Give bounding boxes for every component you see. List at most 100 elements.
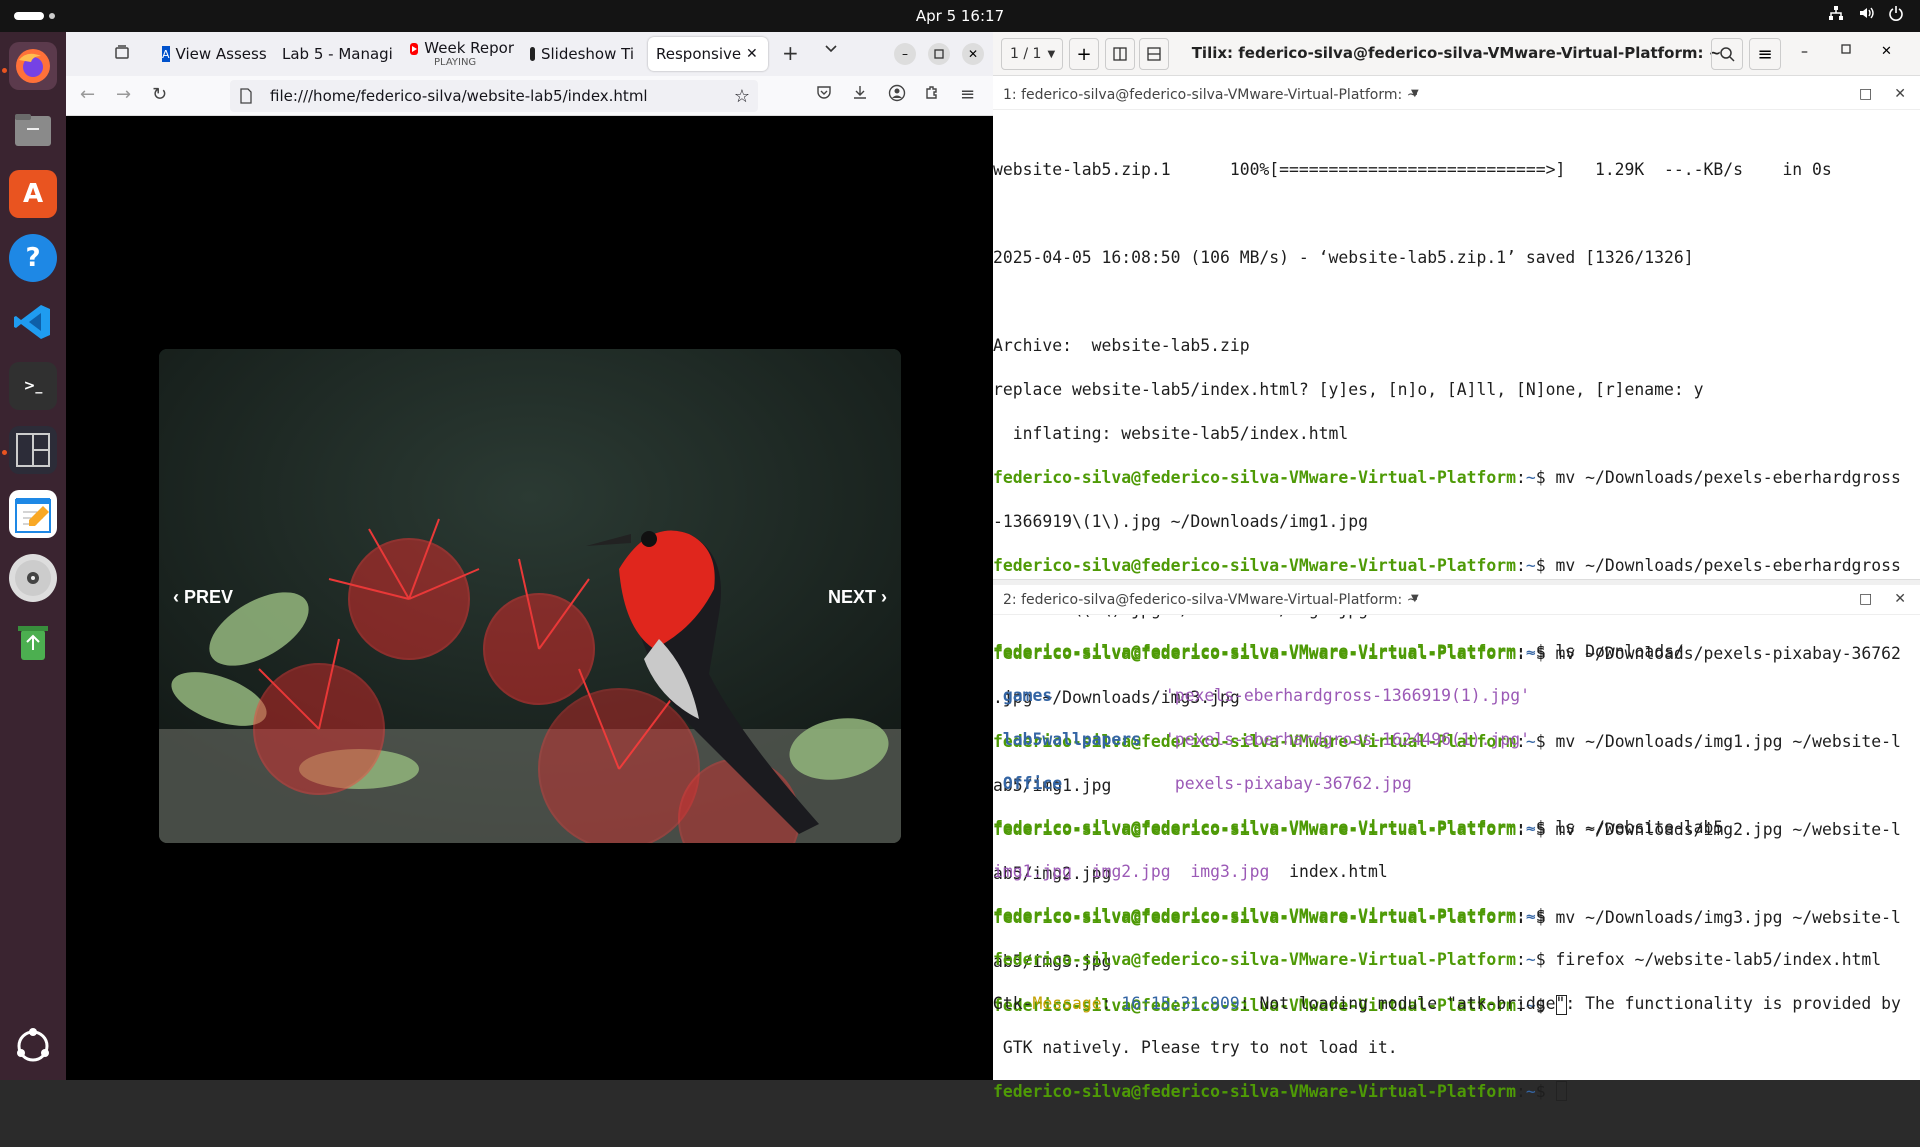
firefox-icon[interactable] <box>9 42 57 90</box>
terminal-line: 2025-04-05 16:08:50 (106 MB/s) - ‘websit… <box>993 248 1694 267</box>
tab-label: View Assess <box>175 45 266 63</box>
hamburger-menu-icon[interactable]: ≡ <box>1749 38 1781 70</box>
close-tab-icon[interactable]: ✕ <box>746 46 758 62</box>
chevron-down-icon[interactable]: ▼ <box>1411 88 1419 99</box>
prompt: federico-silva@federico-silva-VMware-Vir… <box>993 468 1517 487</box>
search-icon[interactable] <box>1711 38 1743 70</box>
downloads-icon[interactable] <box>852 84 868 105</box>
file-entry: pexels-pixabay-36762.jpg <box>1174 774 1412 793</box>
url-text: file:///home/federico-silva/website-lab5… <box>270 87 648 105</box>
prompt: federico-silva@federico-silva-VMware-Vir… <box>993 950 1517 969</box>
close-pane-icon[interactable]: ✕ <box>1894 591 1906 607</box>
dock: A ? >_ <box>0 32 66 1080</box>
disc-icon[interactable] <box>9 554 57 602</box>
tab-label: Lab 5 - Managin <box>282 45 394 63</box>
list-tabs-icon[interactable] <box>824 44 838 54</box>
help-icon[interactable]: ? <box>9 234 57 282</box>
tab-overview-icon[interactable] <box>114 44 130 60</box>
terminal-line: federico-silva@federico-silva-VMware-Vir… <box>993 950 1882 969</box>
firefox-window: A View Assess Lab 5 - Managin Week Repor… <box>66 32 993 1080</box>
file-entry: 'pexels-eberhardgross-1366919(1).jpg' <box>1164 686 1530 705</box>
reload-icon[interactable]: ↻ <box>152 84 167 105</box>
gtk-timestamp: 16:15:31.909 <box>1121 994 1240 1013</box>
terminal-line: federico-silva@federico-silva-VMware-Vir… <box>993 642 1684 661</box>
tab-week-report[interactable]: Week Repor PLAYING <box>402 37 514 71</box>
trash-icon[interactable] <box>9 618 57 666</box>
files-icon[interactable] <box>9 106 57 154</box>
tab-responsive-slideshow[interactable]: Responsive Sl ✕ <box>648 37 768 71</box>
terminal-line: Archive: website-lab5.zip <box>993 336 1250 355</box>
vscode-icon[interactable] <box>9 298 57 346</box>
running-indicator <box>2 450 7 455</box>
prompt: federico-silva@federico-silva-VMware-Vir… <box>993 642 1517 661</box>
tilix-icon[interactable] <box>9 426 57 474</box>
maximize-pane-icon[interactable]: □ <box>1859 591 1872 607</box>
maximize-icon[interactable] <box>928 43 950 65</box>
command: ls Downloads/ <box>1555 642 1684 661</box>
terminal-line: federico-silva@federico-silva-VMware-Vir… <box>993 1081 1920 1103</box>
close-pane-icon[interactable]: ✕ <box>1894 86 1906 102</box>
page-icon <box>240 88 252 104</box>
terminal-line: lab5wallpapers 'pexels-eberhardgross-1624… <box>993 729 1920 751</box>
new-tab-icon[interactable]: + <box>782 41 799 65</box>
maximize-pane-icon[interactable]: □ <box>1859 86 1872 102</box>
system-tray[interactable] <box>1828 5 1904 25</box>
show-apps-icon[interactable] <box>9 1022 57 1070</box>
gtk-message-text: : Not loading module "atk-bridge": The f… <box>1239 994 1901 1013</box>
terminal-pane-2[interactable]: federico-silva@federico-silva-VMware-Vir… <box>993 619 1920 1147</box>
account-icon[interactable] <box>888 84 906 107</box>
power-icon[interactable] <box>1888 5 1904 25</box>
next-button[interactable]: NEXT › <box>828 587 887 608</box>
terminal-line: federico-silva@federico-silva-VMware-Vir… <box>993 468 1901 487</box>
tab-lab5[interactable]: Lab 5 - Managin <box>274 37 394 71</box>
volume-icon[interactable] <box>1858 5 1874 25</box>
dir-entry: lab5wallpapers <box>1002 730 1142 749</box>
prompt: federico-silva@federico-silva-VMware-Vir… <box>993 1082 1517 1101</box>
atlassian-icon: A <box>162 46 170 62</box>
gtk-prefix: Gtk- <box>993 994 1033 1013</box>
tab-label: Responsive Sl <box>656 45 742 63</box>
dir-entry: Office <box>1002 774 1063 793</box>
command: firefox ~/website-lab5/index.html <box>1555 950 1882 969</box>
tab-view-assessment[interactable]: A View Assess <box>154 37 266 71</box>
bookmark-star-icon[interactable]: ☆ <box>734 86 750 107</box>
text-editor-icon[interactable] <box>9 490 57 538</box>
prompt: federico-silva@federico-silva-VMware-Vir… <box>993 556 1517 575</box>
terminal-line: games 'pexels-eberhardgross-1366919(1).jp… <box>993 685 1920 707</box>
command: ls ~/website-lab5 <box>1555 818 1724 837</box>
terminal-line: -1366919\(1\).jpg ~/Downloads/img1.jpg <box>993 512 1368 531</box>
dir-entry: games <box>1002 686 1053 705</box>
pane2-title[interactable]: 2: federico-silva@federico-silva-VMware-… <box>1003 592 1418 608</box>
menu-icon[interactable]: ≡ <box>960 84 975 105</box>
gtk-message-label: Message <box>1032 994 1102 1013</box>
minimize-icon[interactable]: – <box>1801 44 1808 60</box>
file-entry: index.html <box>1289 862 1388 881</box>
network-icon[interactable] <box>1828 5 1844 25</box>
system-top-bar: Apr 5 16:17 <box>0 0 1920 32</box>
terminal-line: website-lab5.zip.1 100%[================… <box>993 160 1832 179</box>
url-bar[interactable]: file:///home/federico-silva/website-lab5… <box>230 80 758 112</box>
back-icon[interactable]: ← <box>80 84 95 105</box>
forward-icon[interactable]: → <box>116 84 131 105</box>
terminal-line: inflating: website-lab5/index.html <box>993 424 1349 443</box>
terminal-line: federico-silva@federico-silva-VMware-Vir… <box>993 556 1901 575</box>
command: mv ~/Downloads/pexels-eberhardgross <box>1555 468 1901 487</box>
openai-icon <box>530 47 535 61</box>
tab-label: Week Repor <box>424 39 514 57</box>
terminal-line: replace website-lab5/index.html? [y]es, … <box>993 380 1704 399</box>
chevron-down-icon[interactable]: ▼ <box>1411 593 1419 604</box>
close-window-icon[interactable]: ✕ <box>1881 44 1892 59</box>
terminal-icon[interactable]: >_ <box>9 362 57 410</box>
maximize-icon[interactable] <box>1841 44 1851 54</box>
clock[interactable]: Apr 5 16:17 <box>0 7 1920 25</box>
terminal-line: GTK natively. Please try to not load it. <box>993 1038 1398 1057</box>
pane1-title[interactable]: 1: federico-silva@federico-silva-VMware-… <box>1003 87 1418 103</box>
file-entry: 'pexels-eberhardgross-1624496(1).jpg' <box>1164 730 1530 749</box>
extensions-icon[interactable] <box>924 84 940 105</box>
pocket-icon[interactable] <box>816 84 832 105</box>
minimize-icon[interactable]: – <box>894 43 916 65</box>
close-window-icon[interactable]: ✕ <box>962 43 984 65</box>
app-center-icon[interactable]: A <box>9 170 57 218</box>
prev-button[interactable]: ‹ PREV <box>173 587 233 608</box>
tab-slideshow[interactable]: Slideshow Ti <box>522 37 634 71</box>
